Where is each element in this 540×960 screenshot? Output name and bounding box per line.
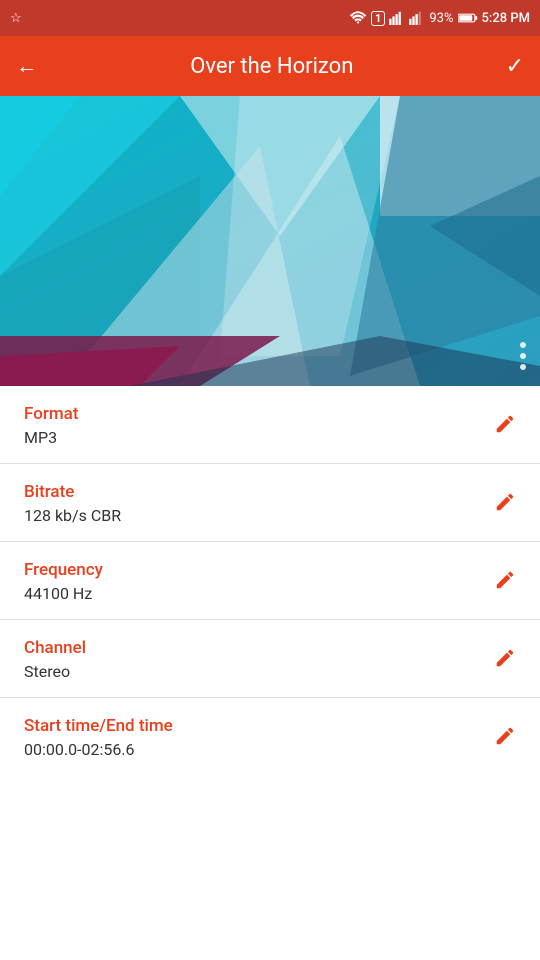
detail-list: Format MP3 Bitrate 128 kb/s CBR Frequenc… [0, 386, 540, 775]
wifi-icon [349, 11, 367, 25]
detail-item-channel: Channel Stereo [0, 620, 540, 698]
edit-pencil-icon-0 [494, 413, 516, 435]
time-display: 5:28 PM [482, 11, 531, 26]
signal2-icon [409, 11, 425, 25]
detail-label-4: Start time/End time [24, 716, 173, 736]
dot3 [520, 364, 526, 370]
edit-button-3[interactable] [494, 647, 516, 673]
detail-value-1: 128 kb/s CBR [24, 506, 121, 525]
detail-value-0: MP3 [24, 428, 78, 447]
detail-value-2: 44100 Hz [24, 584, 103, 603]
detail-text-4: Start time/End time 00:00.0-02:56.6 [24, 716, 173, 759]
status-left: ☆ [10, 11, 22, 26]
dot2 [520, 353, 526, 359]
detail-value-3: Stereo [24, 662, 86, 681]
signal1-icon [389, 11, 405, 25]
album-art [0, 96, 540, 386]
detail-item-frequency: Frequency 44100 Hz [0, 542, 540, 620]
confirm-button[interactable]: ✓ [506, 54, 524, 79]
battery-text: 93% [429, 11, 453, 26]
edit-button-4[interactable] [494, 725, 516, 751]
edit-button-1[interactable] [494, 491, 516, 517]
detail-label-3: Channel [24, 638, 86, 658]
top-bar: ← Over the Horizon ✓ [0, 36, 540, 96]
detail-text-0: Format MP3 [24, 404, 78, 447]
edit-button-0[interactable] [494, 413, 516, 439]
sim-badge: 1 [371, 11, 385, 26]
edit-pencil-icon-4 [494, 725, 516, 747]
status-right: 1 93% 5:28 PM [349, 11, 530, 26]
battery-icon [458, 12, 478, 24]
detail-label-1: Bitrate [24, 482, 121, 502]
dot1 [520, 342, 526, 348]
detail-item-bitrate: Bitrate 128 kb/s CBR [0, 464, 540, 542]
more-options-button[interactable] [520, 342, 526, 370]
back-button[interactable]: ← [16, 53, 38, 79]
detail-text-3: Channel Stereo [24, 638, 86, 681]
detail-text-2: Frequency 44100 Hz [24, 560, 103, 603]
page-title: Over the Horizon [46, 54, 498, 79]
notification-icon: ☆ [10, 11, 22, 26]
detail-item-start-time-end-time: Start time/End time 00:00.0-02:56.6 [0, 698, 540, 775]
detail-label-0: Format [24, 404, 78, 424]
detail-label-2: Frequency [24, 560, 103, 580]
edit-pencil-icon-2 [494, 569, 516, 591]
edit-button-2[interactable] [494, 569, 516, 595]
detail-item-format: Format MP3 [0, 386, 540, 464]
edit-pencil-icon-3 [494, 647, 516, 669]
edit-pencil-icon-1 [494, 491, 516, 513]
album-art-svg [0, 96, 540, 386]
detail-text-1: Bitrate 128 kb/s CBR [24, 482, 121, 525]
status-bar: ☆ 1 93% 5:28 PM [0, 0, 540, 36]
detail-value-4: 00:00.0-02:56.6 [24, 740, 173, 759]
